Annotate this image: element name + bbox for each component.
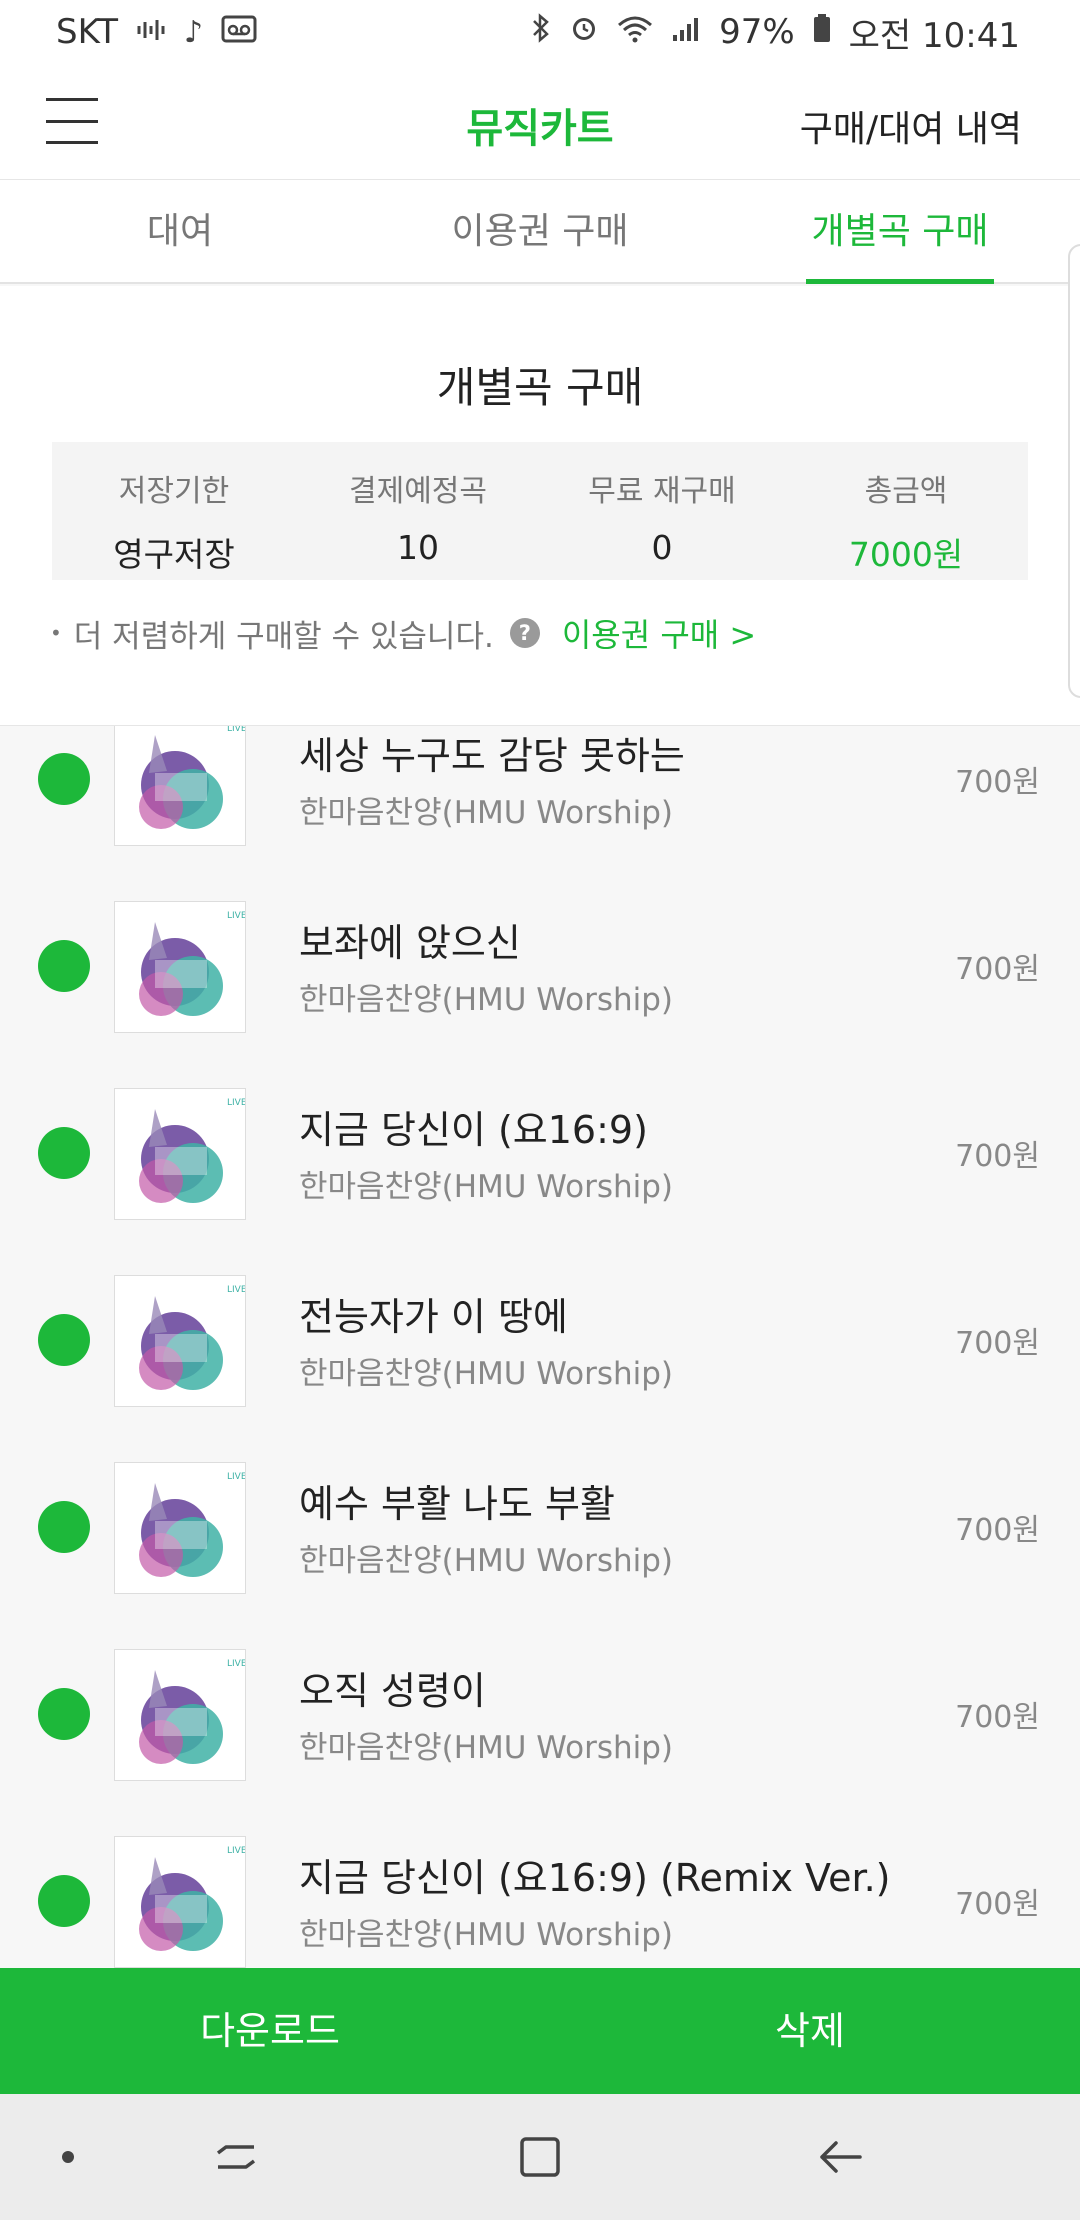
nav-dot-icon[interactable] bbox=[40, 2094, 96, 2220]
song-artist: 한마음찬양(HMU Worship) bbox=[299, 1356, 674, 1392]
action-bar: 다운로드 삭제 bbox=[0, 1968, 1080, 2094]
checkbox-selected-icon[interactable] bbox=[38, 753, 90, 805]
song-price: 700원 bbox=[955, 952, 1040, 987]
stat-value: 영구저장 bbox=[113, 535, 235, 574]
song-title: 세상 누구도 감당 못하는 bbox=[299, 734, 685, 778]
home-icon[interactable] bbox=[500, 2094, 580, 2220]
song-row[interactable]: LIVE 예수 부활 나도 부활 한마음찬양(HMU Worship) 700원 bbox=[0, 1437, 1080, 1624]
help-icon[interactable]: ? bbox=[509, 618, 540, 648]
song-title: 예수 부활 나도 부활 bbox=[299, 1482, 615, 1526]
back-icon[interactable] bbox=[800, 2094, 880, 2220]
notice-text: 더 저렴하게 구매할 수 있습니다. bbox=[73, 618, 494, 655]
song-title: 전능자가 이 땅에 bbox=[299, 1295, 568, 1339]
album-cover: LIVE bbox=[114, 1275, 246, 1407]
song-price: 700원 bbox=[955, 1887, 1040, 1922]
recent-apps-icon[interactable] bbox=[196, 2094, 276, 2220]
song-title: 지금 당신이 (요16:9) bbox=[299, 1108, 648, 1152]
svg-text:LIVE: LIVE bbox=[227, 1285, 246, 1295]
svg-text:LIVE: LIVE bbox=[227, 1846, 246, 1856]
checkbox-selected-icon[interactable] bbox=[38, 1875, 90, 1927]
song-title: 보좌에 앉으신 bbox=[299, 921, 521, 965]
svg-text:LIVE: LIVE bbox=[227, 1098, 246, 1108]
album-cover: LIVE bbox=[114, 1088, 246, 1220]
stat-label: 총금액 bbox=[864, 474, 948, 509]
svg-text:LIVE: LIVE bbox=[227, 726, 246, 734]
svg-text:LIVE: LIVE bbox=[227, 911, 246, 921]
song-price: 700원 bbox=[955, 1326, 1040, 1361]
battery-icon bbox=[813, 12, 831, 52]
voicemail-icon bbox=[221, 12, 257, 52]
cheaper-notice: • 더 저렴하게 구매할 수 있습니다. ? 이용권 구매 > bbox=[50, 610, 756, 656]
music-note-icon: ♪ bbox=[184, 14, 204, 50]
song-artist: 한마음찬양(HMU Worship) bbox=[299, 982, 674, 1018]
stat-value: 0 bbox=[651, 528, 673, 567]
song-row[interactable]: LIVE 세상 누구도 감당 못하는 한마음찬양(HMU Worship) 70… bbox=[0, 726, 1080, 876]
carrier-label: SKT bbox=[56, 12, 119, 52]
tab-single-purchase[interactable]: 개별곡 구매 bbox=[720, 180, 1080, 284]
wifi-icon bbox=[617, 12, 653, 52]
song-row[interactable]: LIVE 지금 당신이 (요16:9) 한마음찬양(HMU Worship) 7… bbox=[0, 1063, 1080, 1250]
stat-storage: 저장기한 영구저장 bbox=[52, 442, 296, 580]
hamburger-menu-icon[interactable] bbox=[46, 98, 98, 144]
side-panel-handle[interactable] bbox=[1068, 244, 1080, 698]
battery-percent: 97% bbox=[719, 12, 795, 52]
song-row[interactable]: LIVE 보좌에 앉으신 한마음찬양(HMU Worship) 700원 bbox=[0, 876, 1080, 1063]
checkbox-selected-icon[interactable] bbox=[38, 940, 90, 992]
delete-button[interactable]: 삭제 bbox=[540, 1968, 1080, 2094]
summary-title: 개별곡 구매 bbox=[436, 363, 644, 412]
song-artist: 한마음찬양(HMU Worship) bbox=[299, 1917, 674, 1953]
song-title: 오직 성령이 bbox=[299, 1669, 486, 1713]
music-cart-screen: SKT ♪ 97% 오전 10:41 뮤직카트 구매/대여 내역 대여 이용권 … bbox=[0, 0, 1080, 2220]
checkbox-selected-icon[interactable] bbox=[38, 1127, 90, 1179]
download-button[interactable]: 다운로드 bbox=[0, 1968, 540, 2094]
song-price: 700원 bbox=[955, 765, 1040, 800]
checkbox-selected-icon[interactable] bbox=[38, 1501, 90, 1553]
song-price: 700원 bbox=[955, 1513, 1040, 1548]
song-price: 700원 bbox=[955, 1700, 1040, 1735]
bluetooth-icon bbox=[531, 13, 551, 51]
stat-songs-to-pay: 결제예정곡 10 bbox=[296, 442, 540, 580]
stat-value: 7000원 bbox=[848, 535, 964, 574]
checkbox-selected-icon[interactable] bbox=[38, 1314, 90, 1366]
status-bar: SKT ♪ 97% 오전 10:41 bbox=[0, 0, 1080, 64]
pass-purchase-link[interactable]: 이용권 구매 > bbox=[562, 610, 756, 656]
song-artist: 한마음찬양(HMU Worship) bbox=[299, 1169, 674, 1205]
svg-text:LIVE: LIVE bbox=[227, 1659, 246, 1669]
song-row[interactable]: LIVE 오직 성령이 한마음찬양(HMU Worship) 700원 bbox=[0, 1624, 1080, 1811]
song-price: 700원 bbox=[955, 1139, 1040, 1174]
song-list: LIVE 세상 누구도 감당 못하는 한마음찬양(HMU Worship) 70… bbox=[0, 726, 1080, 1968]
app-header: 뮤직카트 구매/대여 내역 bbox=[0, 64, 1080, 180]
checkbox-selected-icon[interactable] bbox=[38, 1688, 90, 1740]
song-artist: 한마음찬양(HMU Worship) bbox=[299, 1730, 674, 1766]
purchase-summary-panel: 개별곡 구매 저장기한 영구저장 결제예정곡 10 무료 재구매 0 총금액 7… bbox=[0, 286, 1080, 726]
tab-rental[interactable]: 대여 bbox=[0, 180, 360, 282]
clock: 오전 10:41 bbox=[848, 15, 1020, 56]
album-cover: LIVE bbox=[114, 1462, 246, 1594]
song-row[interactable]: LIVE 전능자가 이 땅에 한마음찬양(HMU Worship) 700원 bbox=[0, 1250, 1080, 1437]
signal-icon bbox=[671, 12, 701, 52]
alarm-icon bbox=[569, 12, 599, 52]
song-artist: 한마음찬양(HMU Worship) bbox=[299, 795, 674, 831]
tab-pass-purchase[interactable]: 이용권 구매 bbox=[360, 180, 720, 282]
stat-label: 저장기한 bbox=[118, 474, 230, 509]
summary-stats: 저장기한 영구저장 결제예정곡 10 무료 재구매 0 총금액 7000원 bbox=[52, 442, 1028, 580]
album-cover: LIVE bbox=[114, 726, 246, 846]
svg-text:LIVE: LIVE bbox=[227, 1472, 246, 1482]
purchase-history-link[interactable]: 구매/대여 내역 bbox=[800, 100, 1022, 152]
album-cover: LIVE bbox=[114, 1649, 246, 1781]
song-row[interactable]: LIVE 지금 당신이 (요16:9) (Remix Ver.) 한마음찬양(H… bbox=[0, 1811, 1080, 1968]
stat-label: 무료 재구매 bbox=[588, 474, 736, 509]
system-nav-bar bbox=[0, 2094, 1080, 2220]
album-cover: LIVE bbox=[114, 1836, 246, 1968]
stat-value: 10 bbox=[397, 528, 439, 567]
stat-total-amount: 총금액 7000원 bbox=[784, 442, 1028, 580]
voice-wave-icon bbox=[136, 15, 166, 50]
stat-label: 결제예정곡 bbox=[349, 474, 487, 509]
song-artist: 한마음찬양(HMU Worship) bbox=[299, 1543, 674, 1579]
stat-free-repurchase: 무료 재구매 0 bbox=[540, 442, 784, 580]
bullet-icon: • bbox=[50, 621, 62, 645]
album-cover: LIVE bbox=[114, 901, 246, 1033]
song-title: 지금 당신이 (요16:9) (Remix Ver.) bbox=[299, 1856, 891, 1900]
tab-bar: 대여 이용권 구매 개별곡 구매 bbox=[0, 180, 1080, 284]
